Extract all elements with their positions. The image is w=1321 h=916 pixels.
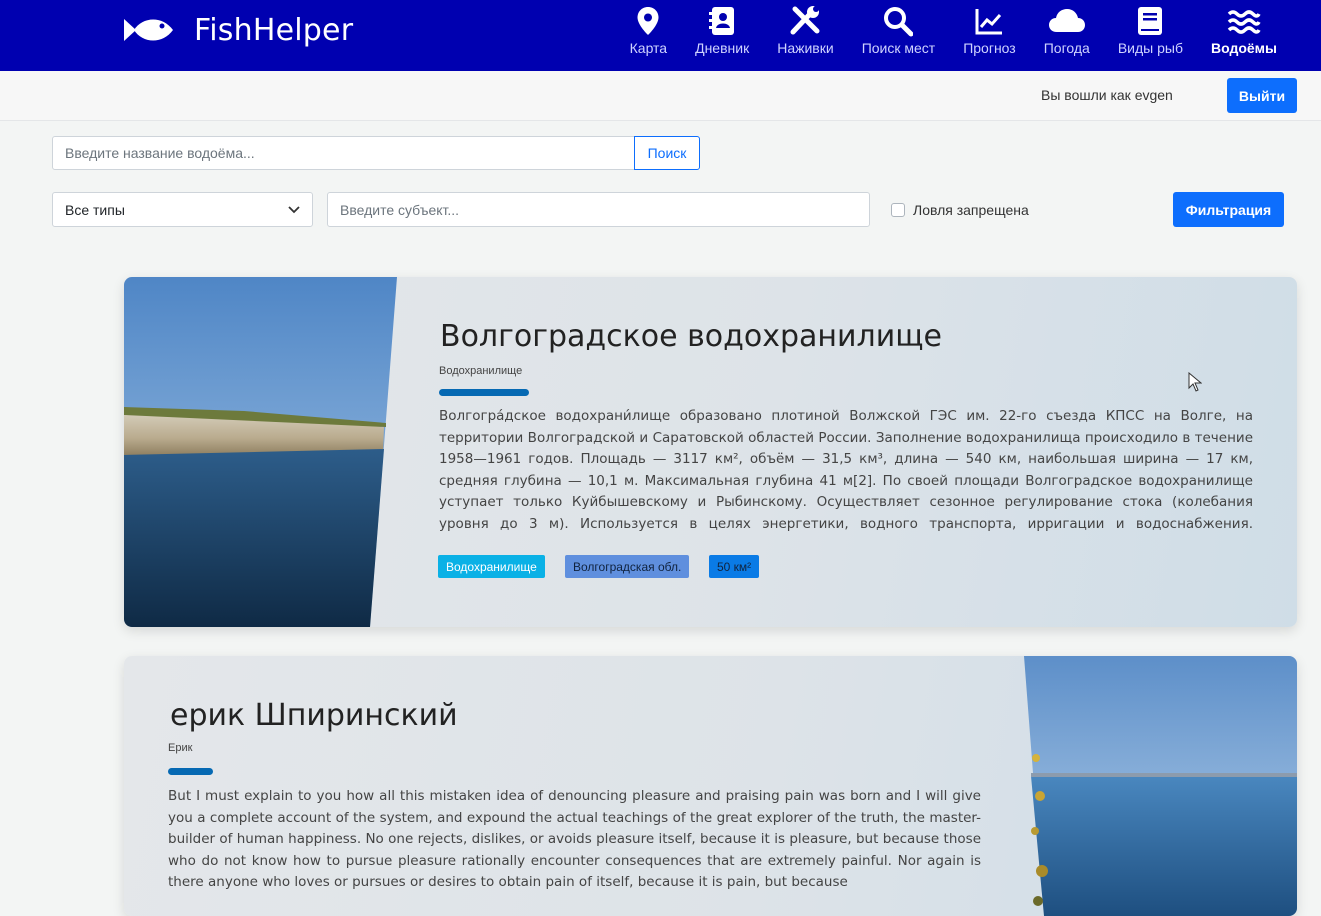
reservoir-description: Волгогра́дское водохрани́лище образовано… [439,408,1253,532]
tag-region[interactable]: Волгоградская обл. [565,555,690,578]
nav-label: Погода [1043,40,1090,56]
user-bar: Вы вошли как evgen [0,71,1321,121]
reservoir-photo [124,277,397,627]
type-select[interactable]: Все типы [52,192,313,227]
reservoir-title[interactable]: ерик Шпиринский [170,698,458,733]
tag-area[interactable]: 50 км² [709,555,760,578]
tag-type[interactable]: Водохранилище [438,555,545,578]
nav-label: Карта [629,40,668,56]
reservoir-card[interactable]: ерик Шпиринский Ерик But I must explain … [124,656,1297,916]
reservoir-type: Водохранилище [439,365,523,377]
nav-item-weather[interactable]: Погода [1030,0,1104,71]
mouse-cursor-icon [1188,372,1202,392]
nav-label: Виды рыб [1117,40,1183,56]
brand-name: FishHelper [194,12,354,48]
nav-label: Водоёмы [1210,40,1277,56]
logout-button[interactable]: Выйти [1227,78,1297,113]
subject-input[interactable]: Введите субъект... [327,192,870,227]
chevron-down-icon [288,205,300,213]
nav-label: Поиск мест [861,40,936,56]
nav-label: Наживки [777,40,834,56]
nav-item-diary[interactable]: Дневник [681,0,763,71]
nav-item-forecast[interactable]: Прогноз [949,0,1030,71]
map-pin-icon [637,7,659,35]
reservoir-photo [1024,656,1297,916]
reservoir-card[interactable]: Волгоградское водохранилище Водохранилищ… [124,277,1297,627]
book-icon [1138,7,1163,35]
search-input[interactable]: Введите название водоёма... [52,136,635,170]
tools-icon [790,6,820,35]
nav-item-baits[interactable]: Наживки [763,0,847,71]
logged-in-text: Вы вошли как evgen [1041,87,1173,103]
nav-item-find-places[interactable]: Поиск мест [848,0,950,71]
diary-icon [709,7,735,35]
reservoir-description: But I must explain to you how all this m… [168,788,981,890]
nav-item-map[interactable]: Карта [616,0,681,71]
water-icon [1227,10,1261,34]
top-navbar: FishHelper Карта Дневник Наживки Поиск м… [0,0,1321,71]
fishing-banned-label: Ловля запрещена [913,202,1029,218]
chart-icon [975,9,1003,35]
reservoir-type: Ерик [168,742,193,754]
main-nav: Карта Дневник Наживки Поиск мест Прогноз… [616,0,1291,71]
brand[interactable]: FishHelper [122,10,353,50]
fish-logo-icon [124,19,173,41]
nav-item-fish-species[interactable]: Виды рыб [1104,0,1197,71]
nav-label: Прогноз [963,40,1016,56]
cloud-icon [1048,9,1085,32]
nav-item-water-bodies[interactable]: Водоёмы [1197,0,1291,71]
filter-button[interactable]: Фильтрация [1173,192,1284,227]
nav-label: Дневник [695,40,750,56]
fishing-banned-checkbox[interactable] [891,203,905,217]
search-icon [884,7,914,37]
search-button[interactable]: Поиск [634,136,700,170]
reservoir-title[interactable]: Волгоградское водохранилище [440,319,942,354]
type-select-value: Все типы [65,201,125,218]
accent-bar [168,768,213,775]
accent-bar [439,389,529,396]
